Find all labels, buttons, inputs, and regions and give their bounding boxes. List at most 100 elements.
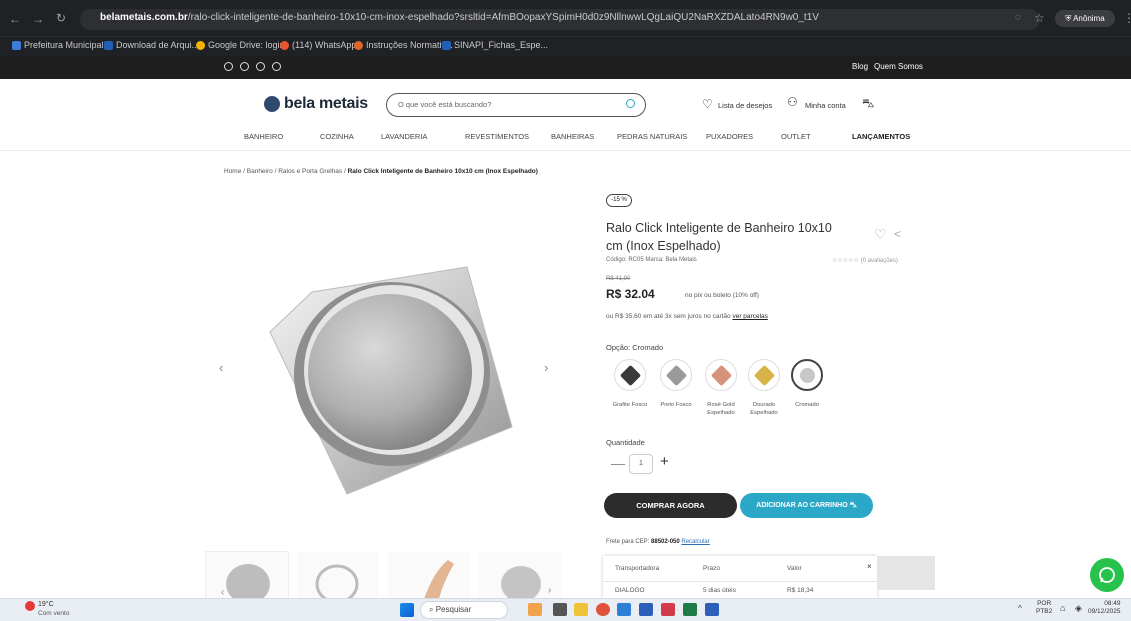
bookmark-prefeitura[interactable]: Prefeitura Municipal... bbox=[12, 40, 111, 50]
app-icon[interactable] bbox=[639, 603, 653, 616]
eye-off-icon[interactable]: ◌ bbox=[1015, 12, 1021, 23]
nav-lavanderia[interactable]: LAVANDERIA bbox=[381, 132, 427, 141]
youtube-icon[interactable] bbox=[256, 62, 265, 71]
next-image-icon[interactable]: › bbox=[544, 360, 548, 375]
shipping-header: Valor bbox=[787, 565, 802, 572]
quantity-label: Quantidade bbox=[606, 438, 645, 447]
old-price: R$ 41,90 bbox=[606, 276, 631, 282]
discount-badge: -15 % bbox=[606, 194, 632, 207]
swatch-cromado[interactable] bbox=[791, 359, 823, 391]
menu-icon[interactable]: ⋮ bbox=[1123, 11, 1131, 25]
incognito-profile[interactable]: ⛨ Anônima bbox=[1055, 10, 1115, 27]
app-icon[interactable] bbox=[553, 603, 567, 616]
nav-revestimentos[interactable]: REVESTIMENTOS bbox=[465, 132, 529, 141]
installments-link[interactable]: ver parcelas bbox=[732, 313, 767, 320]
weather-icon[interactable] bbox=[25, 601, 35, 611]
swatch-image bbox=[796, 364, 818, 386]
product-thumbnail[interactable] bbox=[205, 551, 289, 601]
thumbnail-prev-icon[interactable]: ‹ bbox=[221, 587, 224, 598]
nav-cozinha[interactable]: COZINHA bbox=[320, 132, 354, 141]
swatch-image bbox=[753, 364, 775, 386]
nav-puxadores[interactable]: PUXADORES bbox=[706, 132, 753, 141]
shipping-header: Prazo bbox=[703, 565, 720, 572]
bookmark-download[interactable]: Download de Arqui... bbox=[104, 40, 199, 50]
app-icon[interactable] bbox=[617, 603, 631, 616]
thumbnail-next-icon[interactable]: › bbox=[548, 585, 551, 596]
nav-pedras-naturais[interactable]: PEDRAS NATURAIS bbox=[617, 132, 687, 141]
cart-icon[interactable]: ⛍ bbox=[862, 96, 874, 112]
bookmark-google-drive[interactable]: Google Drive: login bbox=[196, 40, 285, 50]
header-divider bbox=[0, 150, 1131, 151]
user-icon[interactable]: ⚇ bbox=[787, 95, 798, 109]
recalculate-link[interactable]: Recalcular bbox=[681, 539, 709, 545]
swatch-image bbox=[619, 364, 641, 386]
quantity-decrease-button[interactable]: — bbox=[611, 455, 625, 471]
add-to-cart-button[interactable]: ADICIONAR AO CARRINHO ⛍ bbox=[740, 493, 873, 518]
swatch-preto-fosco[interactable] bbox=[660, 359, 692, 391]
logo-icon[interactable] bbox=[264, 96, 280, 112]
instagram-icon[interactable] bbox=[240, 62, 249, 71]
app-icon[interactable] bbox=[528, 603, 542, 616]
swatch-dourado[interactable] bbox=[748, 359, 780, 391]
taskbar-search[interactable]: ⌕ Pesquisar bbox=[420, 601, 508, 619]
weather-temp[interactable]: 19°C bbox=[38, 601, 54, 608]
app-icon[interactable] bbox=[661, 603, 675, 616]
chevron-up-icon[interactable]: ^ bbox=[1018, 604, 1022, 613]
swatch-label: Preto Fosco bbox=[660, 402, 692, 408]
blog-link[interactable]: Blog bbox=[852, 62, 868, 71]
word-icon[interactable] bbox=[705, 603, 719, 616]
url-text[interactable]: belametais.com.br/ralo-click-inteligente… bbox=[100, 12, 819, 23]
table-divider bbox=[603, 581, 877, 582]
nav-outlet[interactable]: OUTLET bbox=[781, 132, 811, 141]
close-icon[interactable]: × bbox=[867, 562, 872, 571]
bookmark-sinapi[interactable]: SINAPI_Fichas_Espe... bbox=[442, 40, 548, 50]
file-explorer-icon[interactable] bbox=[574, 603, 588, 616]
heart-icon[interactable]: ♡ bbox=[702, 97, 713, 111]
swatch-rose-gold[interactable] bbox=[705, 359, 737, 391]
pinterest-icon[interactable] bbox=[272, 62, 281, 71]
quantity-increase-button[interactable]: + bbox=[660, 453, 669, 470]
windows-start-icon[interactable] bbox=[400, 603, 414, 617]
chrome-icon[interactable] bbox=[596, 603, 610, 616]
weather-desc: Com vento bbox=[38, 610, 70, 617]
account-link[interactable]: Minha conta bbox=[805, 101, 846, 110]
prev-image-icon[interactable]: ‹ bbox=[219, 360, 223, 375]
bookmark-instrucoes[interactable]: Instruções Normativ... bbox=[354, 40, 453, 50]
installments-text: ou R$ 35,60 em até 3x sem juros no cartã… bbox=[606, 313, 768, 320]
clock[interactable]: 08:49 09/12/2025 bbox=[1088, 600, 1121, 616]
swatch-image bbox=[710, 364, 732, 386]
swatch-label: Dourado Espelhado bbox=[750, 402, 778, 416]
back-icon[interactable]: ← bbox=[9, 12, 21, 26]
network-icon[interactable]: ⌂ bbox=[1060, 603, 1065, 613]
nav-banheiras[interactable]: BANHEIRAS bbox=[551, 132, 594, 141]
wishlist-heart-icon[interactable]: ♡ bbox=[874, 226, 887, 243]
share-icon[interactable]: < bbox=[894, 227, 901, 241]
shipping-header: Transportadora bbox=[615, 565, 660, 572]
site-logo[interactable]: bela metais bbox=[284, 95, 368, 113]
nav-lancamentos[interactable]: LANÇAMENTOS bbox=[852, 132, 910, 141]
about-link[interactable]: Quem Somos bbox=[874, 62, 923, 71]
quantity-input[interactable]: 1 bbox=[629, 454, 653, 474]
reload-icon[interactable]: ↻ bbox=[56, 11, 66, 25]
breadcrumb[interactable]: Home / Banheiro / Ralos e Porta Grelhas … bbox=[224, 168, 538, 175]
product-main-image[interactable] bbox=[262, 262, 517, 502]
wishlist-link[interactable]: Lista de desejos bbox=[718, 101, 772, 110]
product-thumbnail[interactable] bbox=[296, 551, 380, 601]
shipping-info: Frete para CEP: 88502-050 Recalcular bbox=[606, 539, 710, 545]
product-thumbnail[interactable] bbox=[387, 551, 471, 601]
star-rating-icon: ☆☆☆☆☆ bbox=[832, 258, 859, 264]
forward-icon[interactable]: → bbox=[32, 12, 44, 26]
volume-icon[interactable]: ◈ bbox=[1075, 603, 1082, 614]
language-indicator[interactable]: POR PTB2 bbox=[1036, 600, 1052, 616]
star-icon[interactable]: ☆ bbox=[1034, 11, 1045, 25]
facebook-icon[interactable] bbox=[224, 62, 233, 71]
swatch-grafite-fosco[interactable] bbox=[614, 359, 646, 391]
excel-icon[interactable] bbox=[683, 603, 697, 616]
buy-now-button[interactable]: COMPRAR AGORA bbox=[604, 493, 737, 518]
bookmark-whatsapp[interactable]: (114) WhatsApp bbox=[280, 40, 356, 50]
search-icon[interactable] bbox=[626, 99, 635, 108]
rating-stars[interactable]: ☆☆☆☆☆ (0 avaliações) bbox=[832, 257, 898, 264]
nav-banheiro[interactable]: BANHEIRO bbox=[244, 132, 283, 141]
swatch-label: Cromado bbox=[795, 402, 819, 408]
whatsapp-button[interactable] bbox=[1090, 558, 1124, 592]
